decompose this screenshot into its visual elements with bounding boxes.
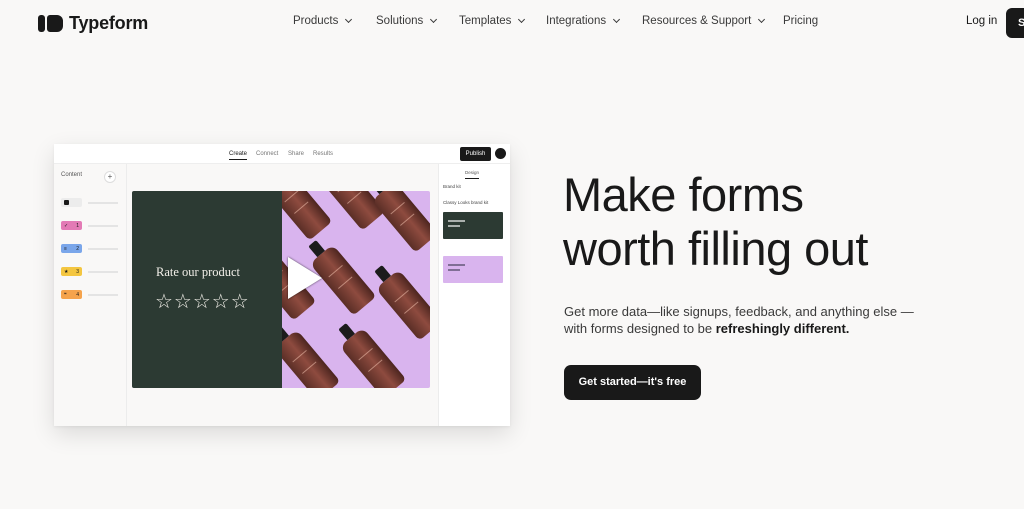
form-preview-card: Rate our product ☆☆☆☆☆ (132, 191, 430, 388)
mockup-tab-design: Design (465, 170, 480, 179)
mockup-toolbar: Create Connect Share Results Publish (54, 144, 510, 164)
nav-label: Products (293, 15, 339, 27)
chevron-down-icon (758, 15, 766, 24)
bottle-image (339, 327, 407, 388)
bottle-image (371, 191, 430, 253)
nav-label: Integrations (546, 15, 607, 27)
mockup-tab-create: Create (229, 151, 248, 160)
list-item: ❝ 4 (61, 290, 118, 299)
panel-label: Classy Looks brand kit (443, 200, 489, 205)
product-mockup: Create Connect Share Results Publish Con… (54, 144, 510, 426)
quote-icon: ❝ 4 (61, 290, 82, 299)
list-item: ✓ 1 (61, 221, 118, 230)
placeholder-line (88, 270, 118, 273)
nav-label: Resources & Support (642, 15, 752, 27)
mockup-tab-results: Results (313, 151, 334, 157)
bottle-image (282, 191, 333, 241)
typeform-logo-icon (38, 14, 63, 32)
statement-icon (61, 198, 82, 207)
theme-swatch (443, 212, 503, 239)
chevron-down-icon (345, 15, 353, 24)
chevron-down-icon (613, 15, 621, 24)
star-rating: ☆☆☆☆☆ (155, 291, 250, 313)
nav-solutions[interactable]: Solutions (376, 15, 438, 27)
list-item: ★ 3 (61, 267, 118, 276)
list-icon: ≡ 2 (61, 244, 82, 253)
mockup-sidebar-title: Content (61, 172, 83, 178)
list-item (61, 198, 118, 207)
mockup-design-panel: Design Brand kit Classy Looks brand kit (438, 164, 510, 426)
hero-subtitle-bold: refreshingly different. (715, 321, 850, 336)
nav-products[interactable]: Products (293, 15, 353, 27)
nav-resources[interactable]: Resources & Support (642, 15, 766, 27)
mockup-publish-button: Publish (460, 147, 491, 161)
mockup-sidebar: Content + ✓ 1 ≡ 2 ★ 3 ❝ 4 (54, 164, 127, 426)
theme-swatch (443, 256, 503, 283)
nav-pricing[interactable]: Pricing (783, 15, 818, 27)
bottle-image (375, 269, 430, 341)
add-icon: + (104, 171, 116, 183)
chevron-down-icon (518, 15, 526, 24)
chevron-down-icon (430, 15, 438, 24)
list-item: ≡ 2 (61, 244, 118, 253)
hero-title: Make forms worth filling out (563, 168, 1003, 276)
nav-integrations[interactable]: Integrations (546, 15, 621, 27)
mockup-canvas: Rate our product ☆☆☆☆☆ (127, 164, 438, 426)
play-icon[interactable] (288, 257, 322, 299)
placeholder-line (88, 201, 118, 204)
placeholder-line (88, 293, 118, 296)
nav-label: Solutions (376, 15, 424, 27)
placeholder-line (88, 247, 118, 250)
get-started-button[interactable]: Get started—it's free (564, 365, 701, 400)
signup-button[interactable]: S (1006, 8, 1024, 38)
bottle-image (282, 329, 341, 388)
logo-text: Typeform (69, 12, 149, 33)
mockup-tab-connect: Connect (256, 151, 279, 157)
nav-label: Pricing (783, 15, 819, 27)
logo[interactable]: Typeform (38, 13, 148, 33)
hero-title-line: Make forms (563, 168, 804, 221)
hero-subtitle: Get more data—like signups, feedback, an… (564, 303, 924, 337)
panel-label: Brand kit (443, 184, 461, 189)
top-nav: Typeform Products Solutions Templates In… (0, 0, 1024, 46)
check-icon: ✓ 1 (61, 221, 82, 230)
nav-templates[interactable]: Templates (459, 15, 526, 27)
hero-title-line: worth filling out (563, 222, 869, 275)
avatar (495, 148, 506, 159)
card-left-panel: Rate our product ☆☆☆☆☆ (132, 191, 282, 388)
form-question: Rate our product (156, 265, 241, 279)
login-link[interactable]: Log in (966, 15, 997, 27)
mockup-tab-share: Share (288, 151, 305, 157)
placeholder-line (88, 224, 118, 227)
star-icon: ★ 3 (61, 267, 82, 276)
nav-label: Templates (459, 15, 512, 27)
